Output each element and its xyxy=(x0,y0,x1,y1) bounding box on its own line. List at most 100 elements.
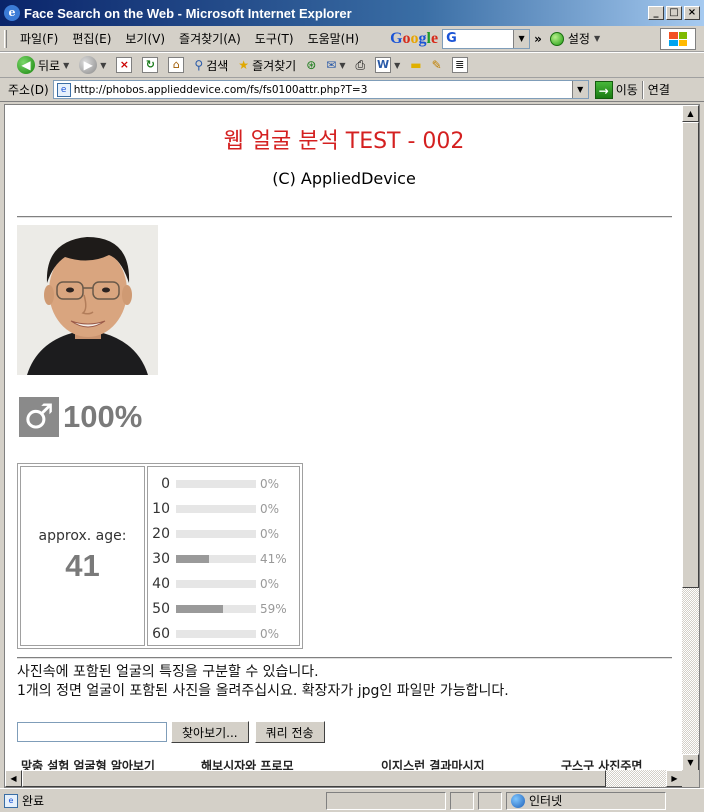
search-icon: ⚲ xyxy=(194,58,204,72)
stop-icon: × xyxy=(116,57,133,73)
toolbar-chevron[interactable]: » xyxy=(534,32,542,46)
edit-button[interactable]: W ▼ xyxy=(372,56,403,74)
google-select-value: G xyxy=(446,31,457,46)
bottom-links: 맞춤 설험 얼굴형 알아보기 해보시자와 프로모 이지스런 결과마시지 구스구 … xyxy=(21,757,671,771)
media-button[interactable]: ⊛ xyxy=(303,57,319,73)
vertical-scrollbar[interactable]: ▲ ▼ xyxy=(682,105,699,771)
star-icon: ★ xyxy=(238,58,250,72)
vertical-scroll-track[interactable] xyxy=(682,588,699,754)
browse-button[interactable]: 찾아보기... xyxy=(171,721,249,743)
bottom-link[interactable]: 이지스런 결과마시지 xyxy=(381,757,561,771)
word-icon: W xyxy=(375,57,392,73)
copyright-text: (C) AppliedDevice xyxy=(272,169,416,188)
links-button[interactable]: 연결 xyxy=(648,81,670,98)
age-bin-label: 10 xyxy=(152,500,170,517)
google-logo: Google xyxy=(390,29,439,47)
print-button[interactable]: ⎙ xyxy=(353,57,369,74)
research-button[interactable]: ≣ xyxy=(449,56,471,74)
go-label: 이동 xyxy=(615,83,638,97)
folder-button[interactable]: ▬ xyxy=(407,57,424,73)
chevron-down-icon: ▼ xyxy=(100,60,107,70)
age-bin-row: 40 0% xyxy=(148,571,299,596)
search-button[interactable]: ⚲ 검색 xyxy=(191,56,231,75)
mail-icon: ✉ xyxy=(326,58,337,72)
forward-button[interactable]: ▶ ▼ xyxy=(76,55,109,75)
age-bin-label: 60 xyxy=(152,625,170,642)
google-search-select[interactable]: G ▼ xyxy=(442,28,531,49)
scroll-right-button[interactable]: ▶ xyxy=(666,770,683,787)
age-bin-percent: 0% xyxy=(260,526,280,541)
favorites-button[interactable]: ★ 즐겨찾기 xyxy=(235,56,299,75)
minimize-button[interactable]: _ xyxy=(648,6,664,20)
description-line: 사진속에 포함된 얼굴의 특징을 구분할 수 있습니다. xyxy=(17,664,319,680)
scroll-up-button[interactable]: ▲ xyxy=(682,105,699,122)
vertical-scroll-thumb[interactable] xyxy=(682,122,699,588)
scroll-down-button[interactable]: ▼ xyxy=(682,754,699,771)
horizontal-scroll-thumb[interactable] xyxy=(22,770,606,787)
chevron-down-icon: ▼ xyxy=(63,60,70,70)
refresh-icon: ↻ xyxy=(142,57,159,73)
home-icon: ⌂ xyxy=(168,57,185,73)
male-icon: ♂ xyxy=(19,397,59,437)
status-cell xyxy=(478,791,502,810)
horizontal-scrollbar[interactable]: ◀ ▶ xyxy=(5,770,683,787)
mail-button[interactable]: ✉ ▼ xyxy=(323,57,348,73)
home-button[interactable]: ⌂ xyxy=(165,56,187,74)
scroll-left-button[interactable]: ◀ xyxy=(5,770,22,787)
page-icon: e xyxy=(56,82,71,97)
bottom-link[interactable]: 맞춤 설험 얼굴형 알아보기 xyxy=(21,757,201,771)
bottom-link[interactable]: 해보시자와 프로모 xyxy=(201,757,381,771)
go-button[interactable]: → 이동 xyxy=(594,80,638,99)
description: 사진속에 포함된 얼굴의 특징을 구분할 수 있습니다. 1개의 정면 얼굴이 … xyxy=(17,663,509,701)
toolbar-grip[interactable] xyxy=(4,29,7,48)
research-icon: ≣ xyxy=(451,57,468,73)
age-summary: approx. age: 41 xyxy=(20,466,145,646)
standard-toolbar: ◀ 뒤로 ▼ ▶ ▼ × ↻ ⌂ ⚲ 검색 ★ 즐겨찾기 ⊛ ✉ ▼ ⎙ W ▼ ▬… xyxy=(0,52,704,78)
menu-edit[interactable]: 편집(E) xyxy=(65,28,118,49)
divider xyxy=(641,80,644,99)
age-bin-row: 10 0% xyxy=(148,496,299,521)
address-input[interactable]: e http://phobos.applieddevice.com/fs/fs0… xyxy=(52,80,589,99)
age-bin-label: 20 xyxy=(152,525,170,542)
address-url[interactable]: http://phobos.applieddevice.com/fs/fs010… xyxy=(74,84,572,96)
age-bin-percent: 0% xyxy=(260,501,280,516)
age-bin-percent: 0% xyxy=(260,476,280,491)
window-title: Face Search on the Web - Microsoft Inter… xyxy=(24,5,352,21)
age-bin-track xyxy=(176,529,256,538)
chevron-down-icon: ▼ xyxy=(339,60,346,70)
submit-query-button[interactable]: 쿼리 전송 xyxy=(254,721,325,743)
refresh-button[interactable]: ↻ xyxy=(139,56,161,74)
chevron-down-icon: ▼ xyxy=(394,60,401,70)
menu-favorites[interactable]: 즐겨찾기(A) xyxy=(172,28,248,49)
face-photo-image xyxy=(17,225,158,375)
maximize-button[interactable]: □ xyxy=(666,6,682,20)
bottom-link[interactable]: 구스구 사진주면 xyxy=(561,757,642,771)
menu-tools[interactable]: 도구(T) xyxy=(248,28,301,49)
upload-form: 찾아보기... 쿼리 전송 xyxy=(17,721,325,743)
menu-view[interactable]: 보기(V) xyxy=(118,28,172,49)
status-text: 완료 xyxy=(22,794,45,808)
status-cell xyxy=(450,791,474,810)
menu-help[interactable]: 도움말(H) xyxy=(301,28,367,49)
ie-icon: e xyxy=(4,5,20,21)
stop-button[interactable]: × xyxy=(113,56,135,74)
age-bin-track xyxy=(176,579,256,588)
age-distribution: 0 0% 10 0% 20 0% 30 41% 40 0% 50 59% 60 … xyxy=(147,466,300,646)
file-path-input[interactable] xyxy=(17,722,167,742)
settings-icon xyxy=(549,31,564,46)
age-bin-label: 0 xyxy=(161,475,170,492)
settings-button[interactable]: 설정 ▼ xyxy=(549,30,600,47)
chevron-down-icon[interactable]: ▼ xyxy=(513,29,530,48)
age-bin-row: 30 41% xyxy=(148,546,299,571)
chevron-down-icon[interactable]: ▼ xyxy=(571,81,588,98)
print-icon: ⎙ xyxy=(355,57,366,72)
close-button[interactable]: × xyxy=(684,6,700,20)
gender-percent: 100% xyxy=(63,399,143,434)
age-bin-row: 20 0% xyxy=(148,521,299,546)
messenger-button[interactable]: ✎ xyxy=(429,57,445,73)
age-bin-fill xyxy=(176,604,224,613)
menu-file[interactable]: 파일(F) xyxy=(13,28,65,49)
back-button[interactable]: ◀ 뒤로 ▼ xyxy=(14,55,72,75)
age-bin-percent: 59% xyxy=(260,601,287,616)
age-bin-track xyxy=(176,479,256,488)
